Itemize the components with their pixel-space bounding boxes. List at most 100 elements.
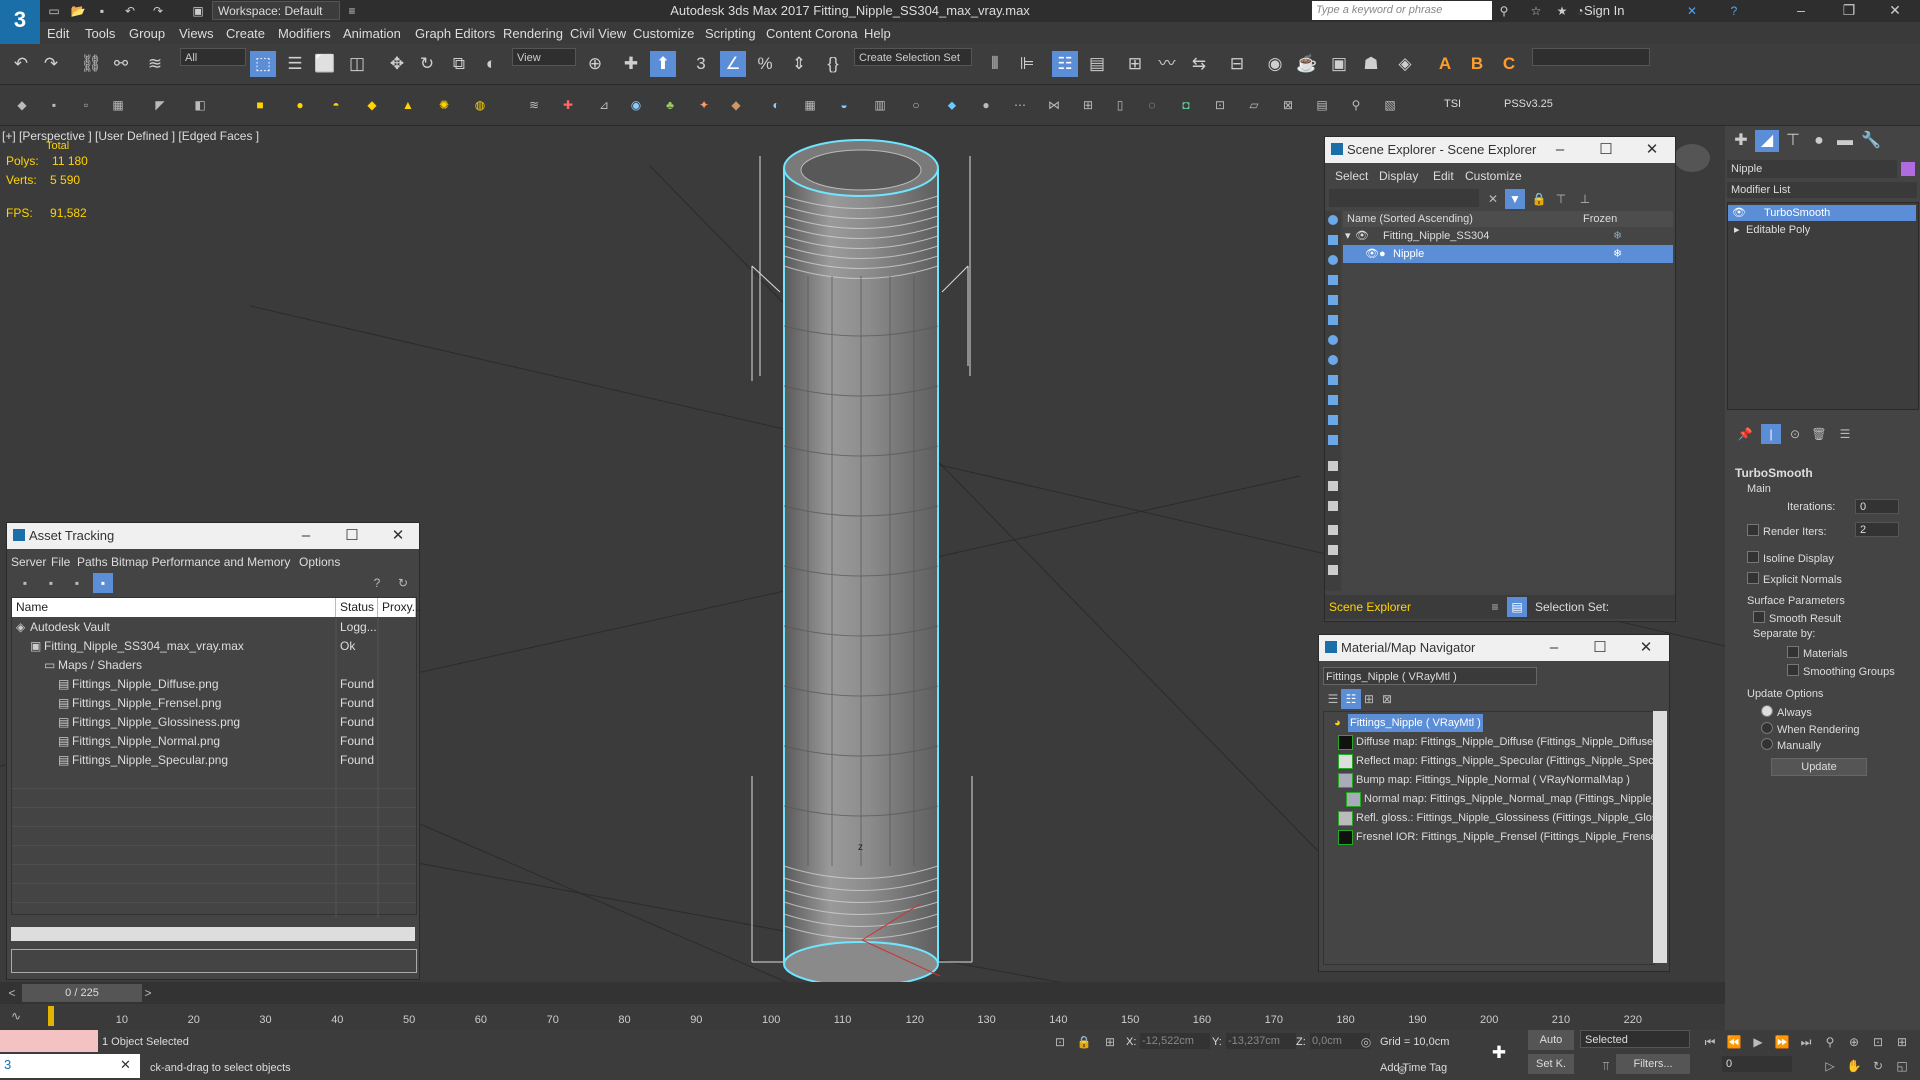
se-menu-display[interactable]: Display	[1379, 169, 1418, 183]
view-small-icons-icon[interactable]: ⊞	[1359, 689, 1379, 709]
select-by-name-icon[interactable]: ☰	[282, 51, 308, 77]
material-map-row[interactable]: Diffuse map: Fittings_Nipple_Diffuse (Fi…	[1324, 733, 1654, 751]
material-map-row[interactable]: Reflect map: Fittings_Nipple_Specular (F…	[1324, 752, 1660, 770]
menu-group[interactable]: Group	[129, 26, 165, 41]
se-footer-name[interactable]: Scene Explorer	[1329, 600, 1411, 614]
previous-key-icon[interactable]: ⏪	[1724, 1032, 1744, 1052]
keyboard-shortcut-icon[interactable]: ⬆	[650, 51, 676, 77]
star-filled-icon[interactable]: ★	[1554, 3, 1570, 19]
light-ies-icon[interactable]: ◍	[470, 95, 490, 115]
material-editor-icon[interactable]: ◉	[1262, 51, 1288, 77]
view-list-icon[interactable]: ☰	[1323, 689, 1343, 709]
when-rendering-row[interactable]: When Rendering	[1761, 722, 1860, 736]
configure-sets-icon[interactable]: ☰	[1835, 424, 1855, 444]
maximize-viewport-icon[interactable]: ◱	[1892, 1056, 1912, 1076]
point-icon[interactable]: ●	[976, 95, 996, 115]
curve-editor-mini-icon[interactable]: ∿	[6, 1006, 26, 1026]
make-unique-icon[interactable]: ⊙	[1785, 424, 1805, 444]
orbit-icon[interactable]: ↻	[1868, 1056, 1888, 1076]
smooth-result-checkbox[interactable]	[1753, 611, 1765, 623]
at-tool-icon-1[interactable]: ▪	[15, 573, 35, 593]
menu-tools[interactable]: Tools	[85, 26, 115, 41]
menu-rendering[interactable]: Rendering	[503, 26, 563, 41]
selection-set-dropdown[interactable]: Create Selection Set	[854, 48, 972, 66]
move-icon[interactable]: ✥	[384, 51, 410, 77]
hierarchy-alt-icon[interactable]: ⊥	[1575, 189, 1595, 209]
always-radio[interactable]	[1761, 705, 1773, 717]
percent-snap-icon[interactable]: %	[752, 51, 778, 77]
binoculars-icon[interactable]: ⚲	[1496, 3, 1512, 19]
pan-icon[interactable]: ✋	[1844, 1056, 1864, 1076]
go-to-start-icon[interactable]: ⏮	[1700, 1032, 1720, 1052]
scene-explorer-icon[interactable]: ☷	[1052, 51, 1078, 77]
redo-icon[interactable]: ↷	[150, 3, 166, 19]
explicit-normals-row[interactable]: Explicit Normals	[1747, 572, 1842, 586]
snaps-toggle-icon[interactable]: 3	[688, 51, 714, 77]
smooth-result-row[interactable]: Smooth Result	[1753, 611, 1841, 625]
tool-icon-19[interactable]: ⚲	[1346, 95, 1366, 115]
isoline-checkbox[interactable]	[1747, 551, 1759, 563]
exchange-icon[interactable]: ✕	[1684, 3, 1700, 19]
tree-icon[interactable]: ♣	[660, 95, 680, 115]
object-name-field[interactable]: Nipple	[1727, 160, 1897, 178]
at-horizontal-scrollbar[interactable]	[11, 927, 415, 941]
minimize-icon[interactable]: –	[291, 523, 321, 549]
create-tab-icon[interactable]: ✚	[1729, 130, 1753, 152]
view-large-icons-icon[interactable]: ⊠	[1377, 689, 1397, 709]
tool-icon-17[interactable]: ⊠	[1278, 95, 1298, 115]
materials-checkbox[interactable]	[1787, 646, 1799, 658]
menu-scripting[interactable]: Scripting	[705, 26, 756, 41]
reference-coordinate-dropdown[interactable]: View	[512, 48, 576, 66]
go-to-end-icon[interactable]: ⏭	[1796, 1032, 1816, 1052]
at-menu-options[interactable]: Options	[299, 555, 340, 569]
render-setup-icon[interactable]: ☕	[1294, 51, 1320, 77]
expand-icon[interactable]: ▸	[1734, 222, 1740, 238]
at-tool-icon-4[interactable]: ▪	[93, 573, 113, 593]
auto-key-button[interactable]: Auto	[1528, 1030, 1574, 1050]
isoline-row[interactable]: Isoline Display	[1747, 551, 1834, 565]
sphere-icon[interactable]: ◉	[626, 95, 646, 115]
help-icon[interactable]: ?	[1726, 3, 1742, 19]
tool-icon-1[interactable]: ◆	[12, 95, 32, 115]
search-input[interactable]: Type a keyword or phrase	[1312, 1, 1492, 20]
remove-modifier-icon[interactable]: 🗑	[1809, 424, 1829, 444]
select-object-icon[interactable]: ⬚	[250, 51, 276, 77]
link-icon[interactable]: ⛓	[78, 51, 104, 77]
se-row-nipple[interactable]: 👁 ● Nipple ❄	[1343, 245, 1673, 263]
viewcube-icon[interactable]	[1674, 144, 1710, 172]
close-icon[interactable]: ✕	[1637, 137, 1667, 163]
visibility-eye-icon[interactable]: 👁	[1365, 245, 1379, 263]
hierarchy-icon[interactable]: ⊤	[1551, 189, 1571, 209]
minimize-icon[interactable]: –	[1786, 2, 1816, 18]
object-color-swatch[interactable]	[1901, 162, 1915, 176]
maxscript-listener-mini[interactable]	[0, 1030, 98, 1052]
curve-editor-icon[interactable]: 〰	[1154, 51, 1180, 77]
app-logo[interactable]: 3	[0, 0, 40, 44]
visibility-eye-icon[interactable]: 👁	[1355, 227, 1369, 245]
fire-icon[interactable]: ✦	[694, 95, 714, 115]
play-icon[interactable]: ▶	[1748, 1032, 1768, 1052]
material-map-row[interactable]: Bump map: Fittings_Nipple_Normal ( VRayN…	[1324, 771, 1654, 789]
expand-icon[interactable]: ▾	[1345, 227, 1351, 245]
at-refresh-icon[interactable]: ↻	[393, 573, 413, 593]
tool-icon-20[interactable]: ▧	[1380, 95, 1400, 115]
selection-lock-icon[interactable]: 🔒	[1074, 1032, 1094, 1052]
render-iterative-icon[interactable]: ◈	[1392, 51, 1418, 77]
new-file-icon[interactable]: ▭	[46, 3, 62, 19]
globe-icon[interactable]: ◐	[766, 95, 786, 115]
fur-icon[interactable]: ≋	[524, 95, 544, 115]
layers-icon[interactable]: ≡	[1485, 597, 1505, 617]
absolute-mode-icon[interactable]: ⊞	[1100, 1032, 1120, 1052]
smoothing-groups-row[interactable]: Smoothing Groups	[1787, 664, 1895, 678]
se-row-fitting[interactable]: ▾ 👁 Fitting_Nipple_SS304 ❄	[1343, 227, 1673, 245]
smoothing-groups-checkbox[interactable]	[1787, 664, 1799, 676]
layer-explorer-icon[interactable]: ▤	[1084, 51, 1110, 77]
quick-access-menu-icon[interactable]: ≡	[344, 3, 360, 19]
zoom-extents-icon[interactable]: ⊡	[1868, 1032, 1888, 1052]
close-icon[interactable]: ✕	[1880, 2, 1910, 19]
view-list-icons-icon[interactable]: ☷	[1341, 689, 1361, 709]
render-iters-spinner[interactable]: 2	[1855, 522, 1899, 537]
se-find-input[interactable]	[1329, 189, 1479, 207]
at-col-name[interactable]: Name	[12, 598, 336, 617]
current-frame-field[interactable]: 0	[1722, 1056, 1792, 1072]
